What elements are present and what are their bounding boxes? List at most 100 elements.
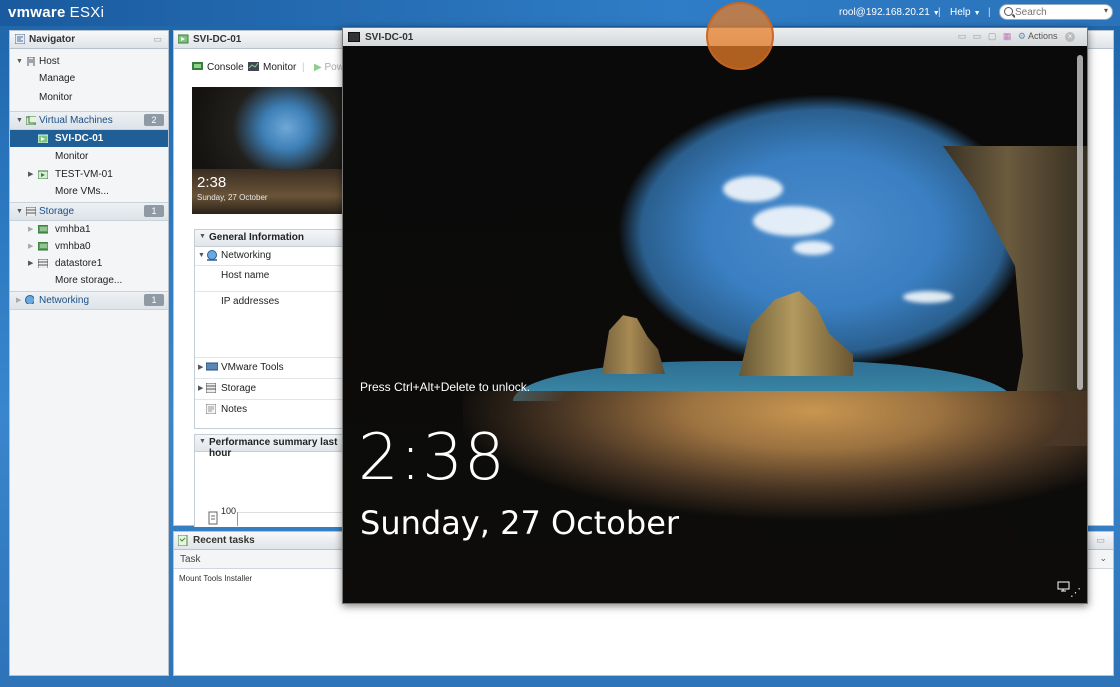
close-icon[interactable]: × [1065,32,1075,42]
chevron-down-icon[interactable]: ⌄ [1099,553,1107,564]
collapse-caret-icon[interactable]: ▼ [199,438,206,445]
monitor-icon [248,62,259,71]
restore-icon[interactable]: ▭ [973,31,982,41]
cloud [793,241,833,255]
collapse-caret-icon[interactable]: ▼ [198,252,205,259]
fullscreen-icon[interactable]: ▢ [988,31,997,41]
cursor-highlight [706,2,774,70]
virtual-machines-icon [26,116,36,125]
nav-storage-vmhba0[interactable]: ▶ vmhba0 [10,238,168,255]
collapse-icon[interactable]: ▭ [153,34,162,45]
search-icon [1004,7,1013,16]
help-menu[interactable]: Help ▼ [950,7,981,18]
nav-host-label: Host [39,56,60,67]
expand-caret-icon[interactable]: ▶ [198,363,203,371]
console-button[interactable]: Console [192,62,244,73]
vmware-tools-icon [206,362,218,371]
host-name-label: Host name [221,270,270,281]
sea-rock [602,315,665,374]
user-menu[interactable]: rool@192.168.20.21 ▼ [839,7,940,18]
nav-more-vms[interactable]: More VMs... [10,183,168,200]
notes-icon [206,404,216,414]
brand-name: vmware [8,4,66,21]
nav-vm-monitor[interactable]: Monitor [10,148,168,165]
adapter-icon [38,225,48,234]
performance-summary-header[interactable]: ▼ Performance summary last hour [195,435,355,459]
network-count-badge: 1 [144,294,164,306]
general-information-header[interactable]: ▼ General Information [195,230,355,247]
minimize-icon[interactable]: ▭ [958,31,967,41]
divider: | [938,7,941,18]
storage-count-badge: 1 [144,205,164,217]
expand-caret-icon[interactable]: ▶ [28,238,33,255]
console-scrollbar[interactable] [1077,55,1083,390]
guest-lock-screen[interactable]: Press Ctrl+Alt+Delete to unlock. 2:38 Su… [343,46,1087,603]
nav-storage[interactable]: ▼ Storage 1 [10,202,168,221]
resize-grip-icon[interactable]: ⋰ [1070,586,1081,599]
notes-section[interactable]: Notes [195,400,355,420]
performance-axis-value: 100 [221,506,237,516]
nav-item-label: Monitor [39,92,73,103]
nav-host[interactable]: ▼ Host [10,53,168,70]
keyboard-icon[interactable]: ▦ [1003,31,1012,41]
expand-caret-icon[interactable]: ▼ [16,53,23,70]
collapse-caret-icon[interactable]: ▼ [199,233,206,240]
console-label: Console [207,62,244,73]
networking-label: Networking [221,250,272,261]
nav-vm-test-vm-01[interactable]: ▶ TEST-VM-01 [10,166,168,183]
networking-section[interactable]: ▼ Networking [195,247,355,266]
table-row[interactable]: Mount Tools Installer [179,574,252,583]
recent-tasks-title: Recent tasks [193,535,255,546]
networking-icon [25,295,34,304]
task-name: Mount Tools Installer [179,574,253,583]
cloud [723,176,783,202]
chevron-down-icon[interactable]: ▾ [1104,6,1108,15]
power-label: Pow [324,62,344,73]
storage-section[interactable]: ▶ Storage [195,379,355,400]
expand-caret-icon[interactable]: ▶ [28,255,33,272]
performance-gridline [237,512,357,513]
vm-powered-on-icon [178,34,189,44]
storage-icon [206,383,216,393]
vm-console-window[interactable]: SVI-DC-01 ▭ ▭ ▢ ▦ ⚙ Actions × Press Ctrl… [342,27,1088,604]
nav-networking[interactable]: ▶ Networking 1 [10,291,168,310]
nav-storage-datastore1[interactable]: ▶ datastore1 [10,255,168,272]
general-information-title: General Information [209,232,305,243]
expand-caret-icon[interactable]: ▶ [16,292,21,309]
lock-screen-date: Sunday, 27 October [360,504,680,542]
product-name: ESXi [69,4,105,21]
performance-summary-title: Performance summary last hour [209,437,338,459]
gear-icon[interactable]: ⚙ [1018,31,1026,41]
nav-host-manage[interactable]: Manage [10,70,168,87]
expand-caret-icon[interactable]: ▶ [28,221,33,238]
vm-console-thumbnail[interactable]: 2:38 Sunday, 27 October [192,87,344,214]
expand-caret-icon[interactable]: ▶ [198,384,203,392]
console-window-controls: ▭ ▭ ▢ ▦ ⚙ Actions × [958,31,1075,42]
console-icon [192,62,203,70]
search-input[interactable] [1015,6,1095,18]
expand-caret-icon[interactable]: ▼ [16,203,23,220]
task-column-label: Task [180,554,201,565]
expand-caret-icon[interactable]: ▼ [16,112,23,129]
nav-host-monitor[interactable]: Monitor [10,89,168,106]
search-box[interactable]: ▾ [999,4,1113,20]
actions-button[interactable]: Actions [1028,31,1058,41]
monitor-button[interactable]: Monitor [248,62,296,73]
nav-item-label: More VMs... [55,186,109,197]
power-on-button[interactable]: ▶ Pow [314,62,344,73]
ip-addresses-row: IP addresses [195,292,355,358]
nav-more-storage[interactable]: More storage... [10,272,168,289]
maximize-icon[interactable]: ▭ [1096,535,1105,546]
vm-panel-title: SVI-DC-01 [193,34,242,45]
vmware-tools-section[interactable]: ▶ VMware Tools [195,358,355,379]
nav-vm-label: SVI-DC-01 [55,133,104,144]
nav-virtual-machines[interactable]: ▼ Virtual Machines 2 [10,111,168,130]
nav-storage-vmhba1[interactable]: ▶ vmhba1 [10,221,168,238]
display-settings-icon[interactable] [1057,581,1071,593]
unlock-instruction: Press Ctrl+Alt+Delete to unlock. [360,380,531,394]
expand-caret-icon[interactable]: ▶ [28,166,33,183]
nav-vm-svi-dc-01[interactable]: SVI-DC-01 [10,130,168,147]
top-bar: vmware ESXi rool@192.168.20.21 ▼ | Help ▼ |… [0,0,1120,26]
vmware-esxi-logo[interactable]: vmware ESXi [8,4,104,21]
user-label: rool@192.168.20.21 [839,7,930,18]
